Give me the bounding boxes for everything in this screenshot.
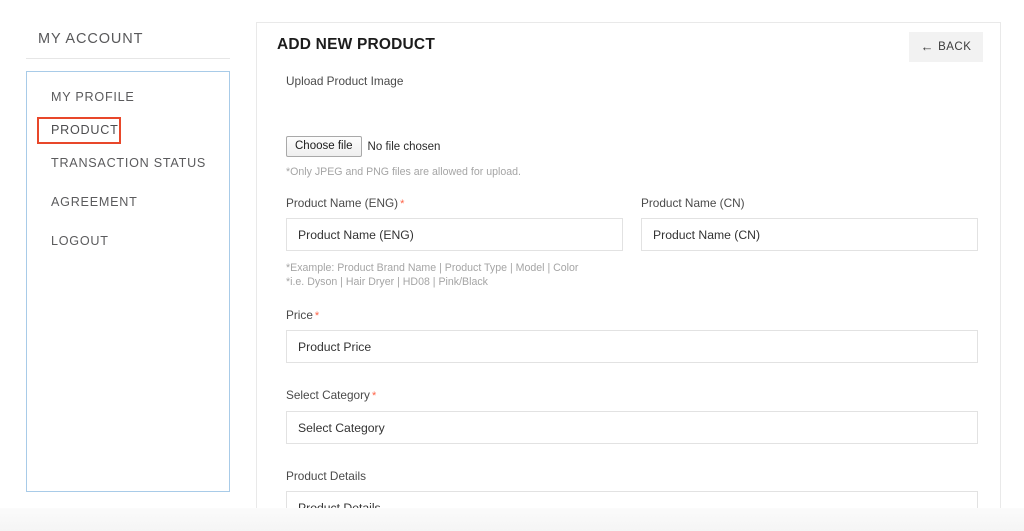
- product-name-example-note: *Example: Product Brand Name | Product T…: [286, 261, 578, 289]
- select-category-input[interactable]: [286, 411, 978, 444]
- label-product-details: Product Details: [286, 469, 366, 483]
- sidebar-menu-list: MY PROFILE PRODUCT TRANSACTION STATUS AG…: [27, 72, 229, 261]
- sidebar-item-product[interactable]: PRODUCT: [37, 117, 121, 144]
- sidebar: MY ACCOUNT MY PROFILE PRODUCT TRANSACTIO…: [0, 0, 255, 531]
- sidebar-item-logout[interactable]: LOGOUT: [27, 222, 229, 261]
- required-asterisk-category: *: [371, 390, 377, 402]
- label-product-name-cn-text: Product Name (CN): [641, 196, 745, 210]
- footer-strip: [0, 508, 1024, 531]
- label-product-name-eng-text: Product Name (ENG): [286, 196, 399, 210]
- back-button-label: BACK: [938, 41, 972, 53]
- product-name-eng-input[interactable]: [286, 218, 623, 251]
- label-product-details-text: Product Details: [286, 469, 366, 483]
- label-select-category: Select Category *: [286, 388, 376, 402]
- example-note-line-2: *i.e. Dyson | Hair Dryer | HD08 | Pink/B…: [286, 276, 488, 288]
- label-select-category-text: Select Category: [286, 388, 370, 402]
- sidebar-item-transaction-status[interactable]: TRANSACTION STATUS: [27, 144, 229, 183]
- panel-title: ADD NEW PRODUCT: [277, 36, 435, 53]
- back-button[interactable]: ← BACK: [909, 32, 983, 62]
- sidebar-item-agreement[interactable]: AGREEMENT: [27, 183, 229, 222]
- label-price: Price *: [286, 308, 319, 322]
- label-product-name-cn: Product Name (CN): [641, 196, 745, 210]
- sidebar-menu-box: MY PROFILE PRODUCT TRANSACTION STATUS AG…: [26, 71, 230, 492]
- required-asterisk-price: *: [314, 310, 320, 322]
- arrow-left-icon: ←: [920, 39, 935, 54]
- label-product-name-eng: Product Name (ENG) *: [286, 196, 404, 210]
- example-note-line-1: *Example: Product Brand Name | Product T…: [286, 262, 579, 274]
- file-upload-row[interactable]: Choose file No file chosen: [286, 136, 440, 157]
- choose-file-button[interactable]: Choose file: [286, 136, 362, 157]
- page-root: MY ACCOUNT MY PROFILE PRODUCT TRANSACTIO…: [0, 0, 1024, 531]
- main-panel: ADD NEW PRODUCT ← BACK Upload Product Im…: [256, 22, 1001, 531]
- sidebar-divider: [26, 58, 230, 59]
- upload-format-note: *Only JPEG and PNG files are allowed for…: [286, 166, 521, 178]
- price-input[interactable]: [286, 330, 978, 363]
- file-status-text: No file chosen: [367, 140, 441, 153]
- upload-image-label: Upload Product Image: [286, 74, 404, 88]
- required-asterisk-name-eng: *: [400, 198, 405, 210]
- page-title: MY ACCOUNT: [38, 31, 144, 47]
- label-price-text: Price: [286, 308, 313, 322]
- product-name-cn-input[interactable]: [641, 218, 978, 251]
- sidebar-item-my-profile[interactable]: MY PROFILE: [27, 78, 229, 117]
